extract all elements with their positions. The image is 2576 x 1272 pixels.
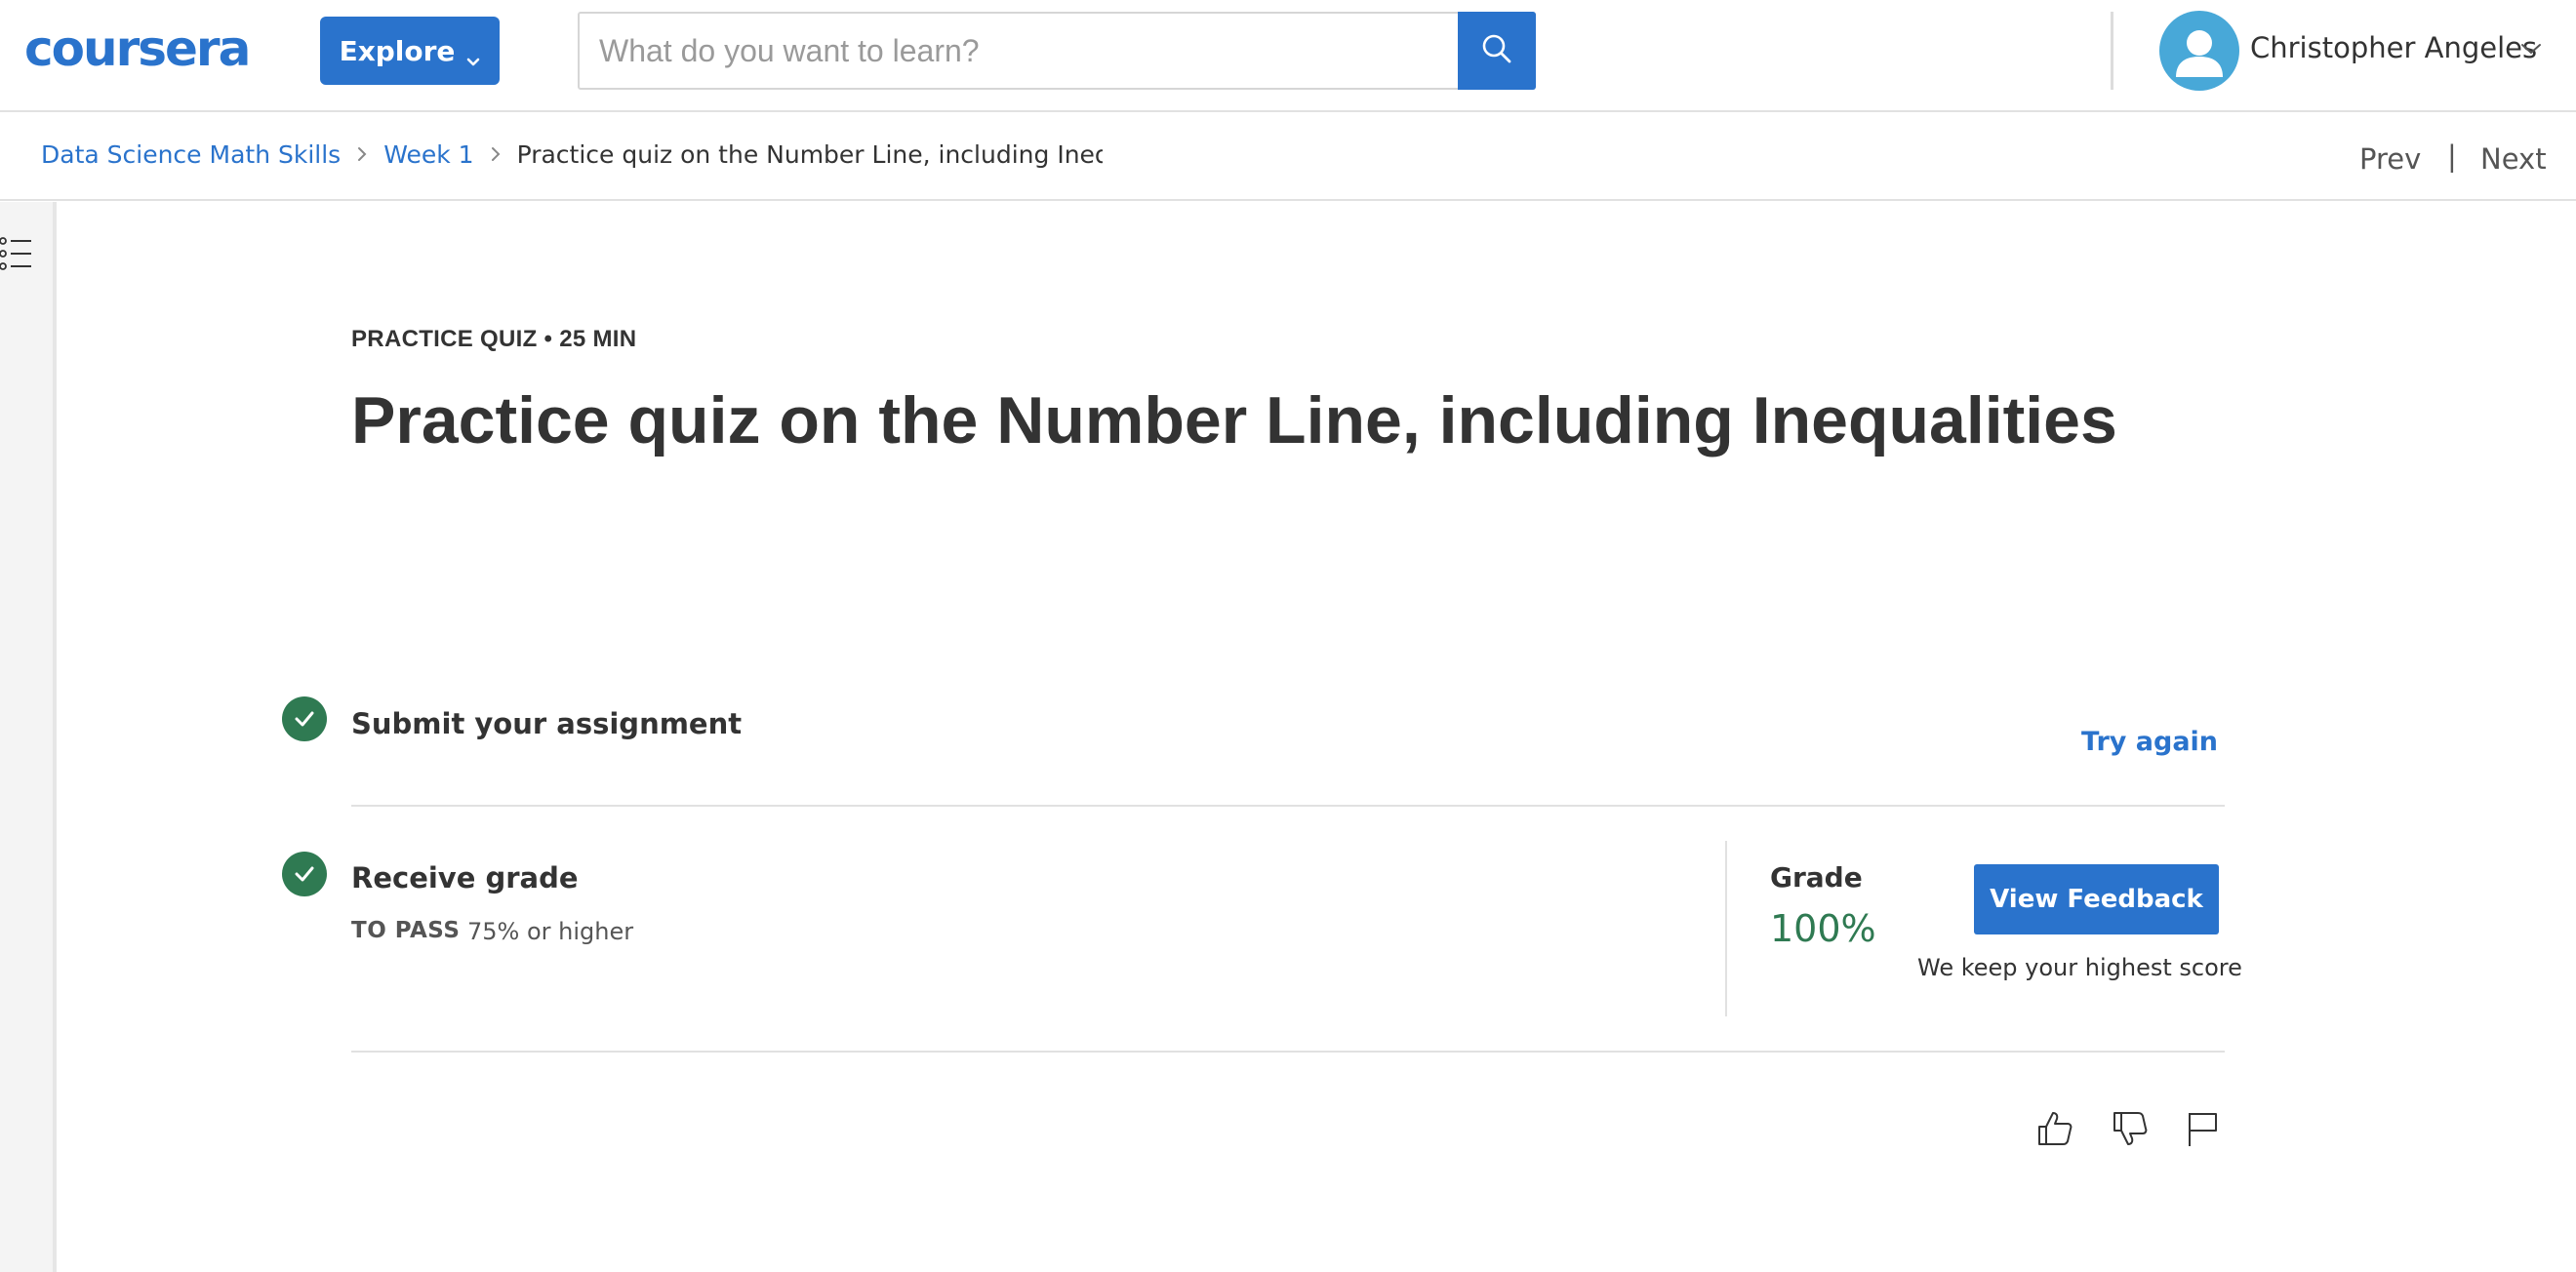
divider — [351, 805, 2225, 807]
chevron-right-icon — [490, 140, 502, 169]
search-icon — [1480, 32, 1513, 70]
breadcrumb: Data Science Math Skills Week 1 Practice… — [41, 140, 1103, 169]
flag-icon[interactable] — [2180, 1106, 2225, 1151]
try-again-link[interactable]: Try again — [2081, 727, 2218, 757]
divider — [351, 1051, 2225, 1053]
breadcrumb-week[interactable]: Week 1 — [383, 140, 473, 169]
user-name[interactable]: Christopher Angeles — [2250, 31, 2537, 64]
vertical-divider — [1725, 841, 1727, 1016]
explore-label: Explore — [339, 34, 456, 67]
chevron-down-icon — [466, 44, 480, 66]
prev-button[interactable]: Prev — [2359, 142, 2421, 176]
pass-threshold: 75% or higher — [467, 918, 634, 945]
view-feedback-button[interactable]: View Feedback — [1974, 864, 2219, 934]
grade-value: 100% — [1770, 907, 1876, 950]
top-header: coursera Explore Christopher Angeles — [0, 0, 2576, 112]
nav-separator: | — [2447, 139, 2457, 173]
explore-button[interactable]: Explore — [320, 17, 500, 85]
breadcrumb-course[interactable]: Data Science Math Skills — [41, 140, 341, 169]
checkmark-icon — [282, 696, 327, 741]
page-title: Practice quiz on the Number Line, includ… — [351, 383, 2117, 457]
grade-step-title: Receive grade — [351, 861, 579, 894]
thumbs-down-icon[interactable] — [2108, 1106, 2153, 1151]
chevron-down-icon[interactable] — [2520, 42, 2542, 60]
submit-step-title: Submit your assignment — [351, 707, 743, 740]
search-input[interactable] — [580, 14, 1458, 88]
pass-label: TO PASS — [351, 918, 461, 943]
thumbs-up-icon[interactable] — [2033, 1106, 2077, 1151]
search-button[interactable] — [1458, 12, 1536, 90]
next-button[interactable]: Next — [2480, 142, 2547, 176]
coursera-logo[interactable]: coursera — [24, 21, 251, 76]
chevron-right-icon — [356, 140, 368, 169]
breadcrumb-current: Practice quiz on the Number Line, includ… — [516, 140, 1103, 169]
search-bar — [578, 12, 1536, 90]
quiz-meta: PRACTICE QUIZ • 25 MIN — [351, 326, 637, 352]
grade-label: Grade — [1770, 861, 1863, 894]
list-icon[interactable] — [0, 235, 33, 277]
user-avatar-icon[interactable] — [2159, 11, 2239, 91]
checkmark-icon — [282, 852, 327, 896]
breadcrumb-bar: Data Science Math Skills Week 1 Practice… — [0, 113, 2576, 201]
highest-score-note: We keep your highest score — [1917, 954, 2242, 981]
header-divider — [2111, 12, 2113, 90]
course-outline-sidebar — [0, 202, 57, 1272]
